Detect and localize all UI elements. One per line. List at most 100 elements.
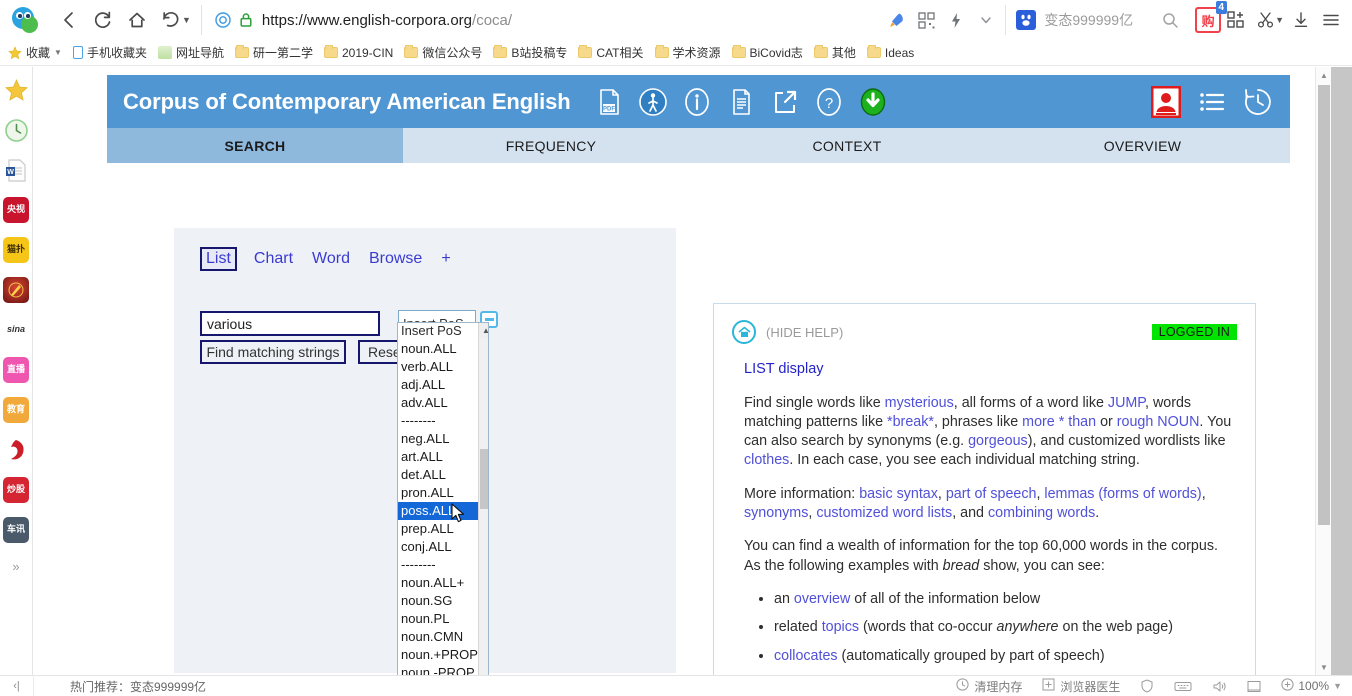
history-dropdown-caret[interactable]: ▼ (182, 15, 191, 25)
pos-option[interactable]: art.ALL (398, 448, 478, 466)
link-more-than[interactable]: more * than (1022, 414, 1096, 430)
sidebar-item-word-doc[interactable]: W (3, 157, 29, 183)
bookmark-item-5[interactable]: B站投稿专 (493, 44, 567, 61)
scrollbar-thumb[interactable] (479, 449, 488, 509)
pos-option[interactable]: adv.ALL (398, 394, 478, 412)
link-synonyms[interactable]: synonyms (744, 505, 808, 521)
tab-frequency[interactable]: FREQUENCY (403, 128, 699, 163)
link-break-pattern[interactable]: *break* (887, 414, 934, 430)
window-icon[interactable] (1247, 680, 1261, 693)
download-icon[interactable] (1286, 5, 1316, 35)
pos-option[interactable]: det.ALL (398, 466, 478, 484)
chevron-down-icon[interactable]: ▼ (54, 48, 62, 57)
pos-option[interactable]: noun.PL (398, 610, 478, 628)
sidebar-item-mop[interactable]: 猫扑 (3, 237, 29, 263)
link-customized-word-lists[interactable]: customized word lists (816, 505, 952, 521)
hot-recommend-text[interactable]: 热门推荐：变态999999亿 (70, 678, 206, 695)
rocket-icon[interactable] (881, 5, 911, 35)
tab-context[interactable]: CONTEXT (699, 128, 995, 163)
pos-option[interactable]: pron.ALL (398, 484, 478, 502)
bookmark-item-8[interactable]: BiCovid志 (731, 44, 803, 61)
sidebar-item-stock[interactable]: 炒股 (3, 477, 29, 503)
help-icon[interactable]: ? (813, 86, 845, 118)
bookmark-item-3[interactable]: 2019-CIN (323, 45, 393, 60)
bookmark-item-9[interactable]: 其他 (813, 44, 856, 61)
bookmark-item-4[interactable]: 微信公众号 (404, 44, 482, 61)
sidebar-item-history[interactable] (3, 117, 29, 143)
history-icon[interactable] (1242, 86, 1274, 118)
shopping-assistant-button[interactable]: 购 4 (1195, 1, 1228, 33)
tab-search[interactable]: SEARCH (107, 128, 403, 163)
browser-doctor-button[interactable]: 浏览器医生 (1042, 678, 1120, 695)
pos-option[interactable]: neg.ALL (398, 430, 478, 448)
pdf-icon[interactable]: PDF (593, 86, 625, 118)
link-rough-noun[interactable]: rough NOUN (1117, 414, 1200, 430)
link-collocates[interactable]: collocates (774, 648, 838, 664)
pos-option[interactable]: Insert PoS (398, 323, 478, 340)
tab-overview[interactable]: OVERVIEW (995, 128, 1290, 163)
tour-icon[interactable] (637, 86, 669, 118)
sidebar-item-cctv[interactable]: 央视 (3, 197, 29, 223)
bookmark-item-6[interactable]: CAT相关 (578, 44, 644, 61)
link-overview[interactable]: overview (794, 591, 850, 607)
pos-option[interactable]: noun.+PROP (398, 646, 478, 664)
link-clothes[interactable]: clothes (744, 452, 789, 468)
qrcode-icon[interactable] (911, 5, 941, 35)
list-icon[interactable] (1196, 86, 1228, 118)
zoom-control[interactable]: 100% ▼ (1281, 678, 1342, 694)
pos-dropdown-list[interactable]: Insert PoS noun.ALL verb.ALL adj.ALL adv… (397, 322, 489, 675)
user-account-icon[interactable] (1150, 85, 1182, 118)
add-search-row-button[interactable]: + (441, 250, 450, 268)
download-icon[interactable] (857, 86, 889, 118)
menu-icon[interactable] (1316, 5, 1346, 35)
bookmark-favorites[interactable]: 收藏 ▼ (8, 44, 62, 61)
address-bar[interactable]: https://www.english-corpora.org/coca/ (200, 5, 881, 35)
search-icon[interactable] (1153, 5, 1187, 35)
document-icon[interactable] (725, 86, 757, 118)
reload-button[interactable] (86, 3, 120, 37)
scroll-up-icon[interactable]: ▲ (478, 323, 488, 337)
sidebar-item-favorites[interactable] (3, 77, 29, 103)
clean-memory-button[interactable]: 清理内存 (956, 678, 1022, 695)
sidebar-item-weibo[interactable] (3, 437, 29, 463)
link-basic-syntax[interactable]: basic syntax (859, 486, 938, 502)
pos-option[interactable]: noun.-PROP (398, 664, 478, 675)
chevron-down-icon[interactable] (971, 5, 1001, 35)
pos-option[interactable]: adj.ALL (398, 376, 478, 394)
bookmark-item-10[interactable]: Ideas (866, 45, 914, 60)
chevron-down-icon[interactable]: ▼ (1333, 681, 1342, 691)
sound-icon[interactable] (1212, 680, 1227, 693)
pos-dropdown-scrollbar[interactable]: ▲ ▼ (477, 323, 488, 675)
scissors-dropdown-caret[interactable]: ▼ (1275, 15, 1284, 25)
info-icon[interactable] (681, 86, 713, 118)
link-lemmas[interactable]: lemmas (forms of words) (1044, 486, 1201, 502)
pos-option[interactable]: noun.ALL+ (398, 574, 478, 592)
link-jump[interactable]: JUMP (1108, 395, 1145, 411)
pos-option[interactable]: noun.SG (398, 592, 478, 610)
back-button[interactable] (52, 3, 86, 37)
bookmark-item-2[interactable]: 研一第二学 (234, 44, 313, 61)
pos-option[interactable]: noun.CMN (398, 628, 478, 646)
keyboard-icon[interactable] (1174, 680, 1192, 693)
home-button[interactable] (120, 3, 154, 37)
bookmark-item-0[interactable]: 手机收藏夹 (72, 44, 147, 61)
pos-option[interactable]: verb.ALL (398, 358, 478, 376)
home-icon[interactable] (732, 320, 756, 344)
search-word-input[interactable] (200, 311, 380, 336)
sidebar-item-car-news[interactable]: 车讯 (3, 517, 29, 543)
search-mode-word[interactable]: Word (312, 250, 350, 268)
link-topics[interactable]: topics (822, 619, 859, 635)
pos-option[interactable]: conj.ALL (398, 538, 478, 556)
bookmark-item-1[interactable]: 网址导航 (157, 44, 224, 61)
sidebar-item-game[interactable] (3, 277, 29, 303)
shield-icon[interactable] (1140, 679, 1154, 693)
link-combining-words[interactable]: combining words (988, 505, 1095, 521)
pos-option[interactable]: noun.ALL (398, 340, 478, 358)
sidebar-item-live[interactable]: 直播 (3, 357, 29, 383)
bookmark-item-7[interactable]: 学术资源 (654, 44, 721, 61)
search-mode-chart[interactable]: Chart (254, 250, 293, 268)
scroll-down-icon[interactable]: ▼ (1316, 659, 1332, 675)
scrollbar-thumb[interactable] (1318, 85, 1330, 525)
link-mysterious[interactable]: mysterious (885, 395, 954, 411)
lightning-icon[interactable] (941, 5, 971, 35)
